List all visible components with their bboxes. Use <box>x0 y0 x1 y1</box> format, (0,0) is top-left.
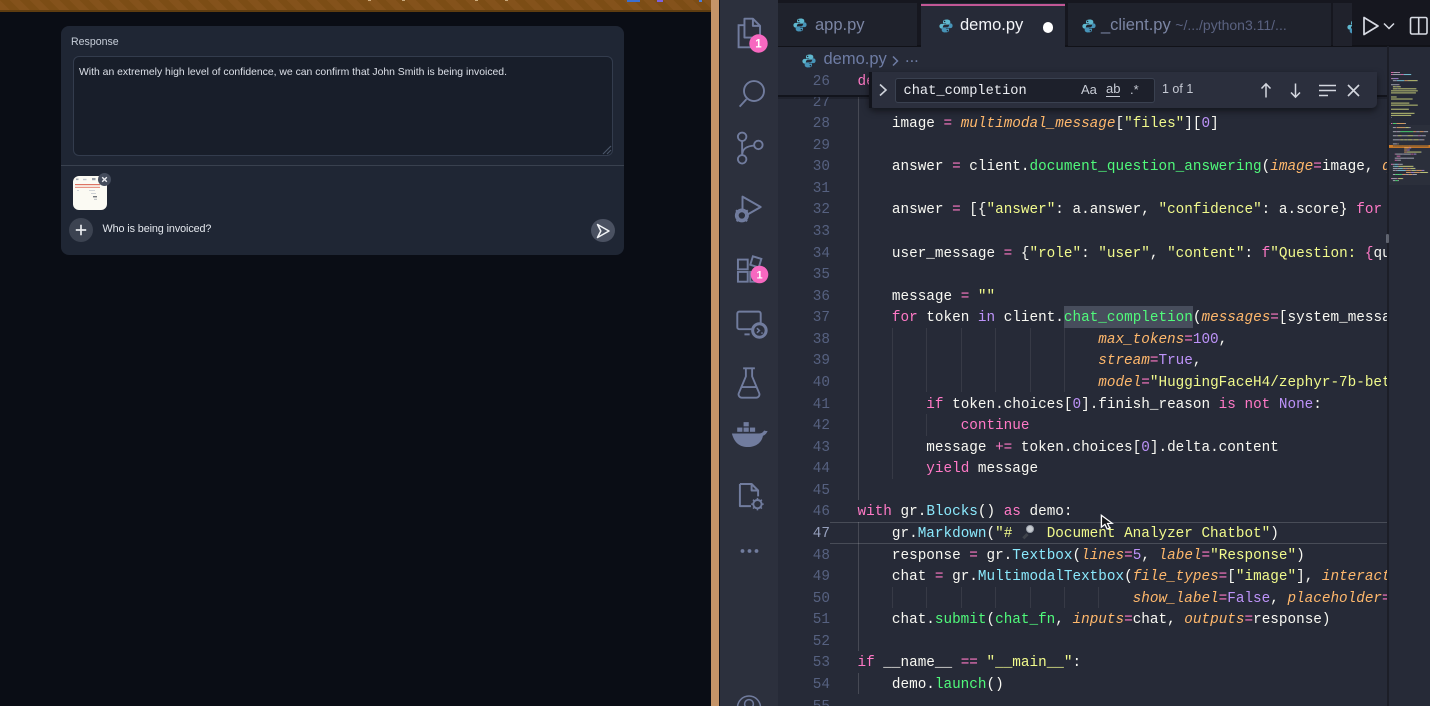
svg-text:1: 1 <box>756 270 762 282</box>
svg-text:1: 1 <box>755 39 762 51</box>
